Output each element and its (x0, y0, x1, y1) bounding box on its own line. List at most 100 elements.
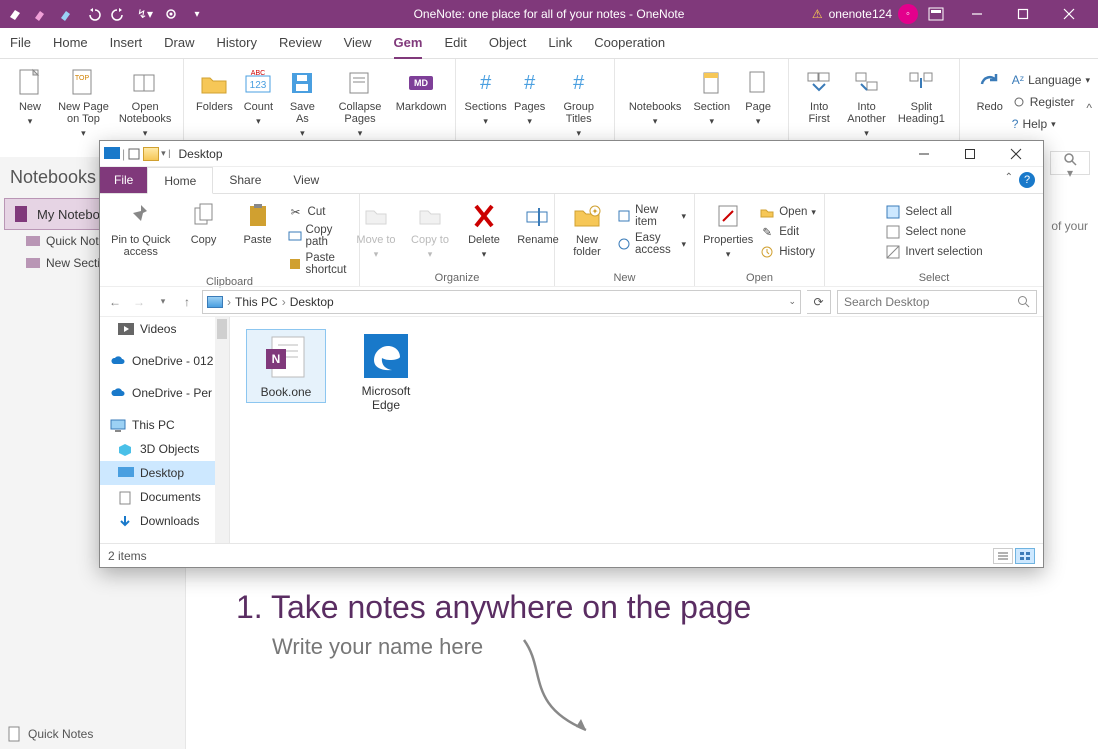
crumb-dropdown-icon[interactable]: ⌄ (788, 296, 796, 307)
ribbon-section[interactable]: Section▾ (687, 65, 736, 129)
nav-documents[interactable]: Documents (100, 485, 229, 509)
fe-copy-to[interactable]: Copy to▾ (406, 200, 454, 260)
quicknotes-button[interactable]: Quick Notes (6, 725, 93, 743)
fe-view-details[interactable] (993, 548, 1013, 564)
nav-scrollbar[interactable] (215, 317, 229, 543)
fe-paste[interactable]: Paste (234, 200, 282, 246)
fe-collapse-ribbon-icon[interactable]: ⌃ (1005, 172, 1013, 183)
props-qat-icon[interactable] (127, 147, 141, 161)
fe-tab-view[interactable]: View (277, 167, 335, 193)
ribbon-collapse-pages[interactable]: Collapse Pages▾ (324, 65, 395, 141)
fe-tab-share[interactable]: Share (213, 167, 277, 193)
tool-icon[interactable]: ↯▾ (136, 5, 154, 23)
nav-3d-objects[interactable]: 3D Objects (100, 437, 229, 461)
menu-file[interactable]: File (10, 28, 31, 59)
fe-close-button[interactable] (993, 141, 1039, 167)
ribbon-split-heading[interactable]: Split Heading1 (892, 65, 951, 127)
nav-onedrive-2[interactable]: OneDrive - Per (100, 381, 229, 405)
fe-cut[interactable]: ✂Cut (288, 204, 351, 220)
menu-history[interactable]: History (217, 28, 257, 59)
fe-copy[interactable]: Copy (180, 200, 228, 246)
nav-downloads[interactable]: Downloads (100, 509, 229, 533)
nav-this-pc[interactable]: This PC (100, 413, 229, 437)
pen-icon[interactable] (58, 5, 76, 23)
menu-draw[interactable]: Draw (164, 28, 194, 59)
fe-history[interactable]: History (759, 244, 816, 260)
highlighter-icon[interactable] (32, 5, 50, 23)
ribbon-pages[interactable]: #Pages▾ (508, 65, 552, 129)
file-book-one[interactable]: N Book.one (246, 329, 326, 403)
fe-back-button[interactable]: ← (106, 293, 124, 311)
menu-home[interactable]: Home (53, 28, 88, 59)
gear-icon[interactable] (162, 5, 180, 23)
fe-select-all[interactable]: Select all (885, 204, 982, 220)
fe-refresh-button[interactable]: ⟳ (807, 290, 831, 314)
ribbon-new[interactable]: New▾ (8, 65, 52, 129)
menu-review[interactable]: Review (279, 28, 322, 59)
chevron-right-icon[interactable]: › (282, 295, 286, 309)
ribbon-new-page-top[interactable]: TOPNew Page on Top▾ (52, 65, 115, 141)
collapse-ribbon-icon[interactable]: ^ (1086, 101, 1092, 115)
fe-minimize-button[interactable] (901, 141, 947, 167)
fe-search-box[interactable] (837, 290, 1037, 314)
ribbon-display-icon[interactable] (928, 7, 944, 21)
more-icon[interactable]: ▾ (188, 5, 206, 23)
qat-dropdown-icon[interactable]: ▾ | (161, 148, 170, 159)
fe-edit[interactable]: ✎Edit (759, 224, 816, 240)
fe-properties[interactable]: Properties▾ (703, 200, 753, 260)
ribbon-open-notebooks[interactable]: Open Notebooks▾ (115, 65, 176, 141)
ribbon-language[interactable]: AᶻLanguage ▾ (1012, 73, 1090, 87)
crumb-desktop[interactable]: Desktop (290, 295, 334, 309)
menu-insert[interactable]: Insert (110, 28, 143, 59)
ribbon-notebooks[interactable]: Notebooks▾ (623, 65, 688, 129)
menu-gem[interactable]: Gem (394, 28, 423, 59)
ribbon-into-another[interactable]: Into Another▾ (841, 65, 892, 141)
fe-delete[interactable]: Delete▾ (460, 200, 508, 260)
fe-paste-shortcut[interactable]: Paste shortcut (288, 252, 351, 276)
ribbon-count[interactable]: 123ABCCount▾ (236, 65, 280, 129)
crumb-this-pc[interactable]: This PC (235, 295, 278, 309)
search-button[interactable]: ▾ (1050, 151, 1090, 175)
ribbon-folders[interactable]: Folders (192, 65, 236, 115)
nav-desktop[interactable]: Desktop (100, 461, 229, 485)
fe-new-item[interactable]: New item ▾ (617, 204, 686, 228)
ribbon-help[interactable]: ?Help ▾ (1012, 117, 1090, 131)
close-button[interactable] (1046, 0, 1092, 28)
ribbon-save-as[interactable]: Save As▾ (280, 65, 324, 141)
fe-recent-dropdown[interactable]: ▾ (154, 293, 172, 311)
maximize-button[interactable] (1000, 0, 1046, 28)
fe-breadcrumb[interactable]: › This PC › Desktop ⌄ (202, 290, 801, 314)
file-edge[interactable]: Microsoft Edge (346, 329, 426, 415)
ribbon-page[interactable]: Page▾ (736, 65, 780, 129)
chevron-right-icon[interactable]: › (227, 295, 231, 309)
ribbon-into-first[interactable]: Into First (797, 65, 841, 127)
ribbon-redo[interactable]: Redo (968, 65, 1012, 115)
menu-edit[interactable]: Edit (444, 28, 466, 59)
menu-link[interactable]: Link (548, 28, 572, 59)
ribbon-group-titles[interactable]: #Group Titles▾ (552, 65, 606, 141)
user-account[interactable]: ⚠ onenote124 ◦ (812, 4, 918, 24)
ribbon-markdown[interactable]: MDMarkdown (396, 65, 447, 115)
nav-videos[interactable]: Videos (100, 317, 229, 341)
menu-object[interactable]: Object (489, 28, 527, 59)
fe-pin-quick-access[interactable]: Pin to Quick access (108, 200, 174, 258)
fe-tab-file[interactable]: File (100, 167, 147, 193)
minimize-button[interactable] (954, 0, 1000, 28)
fe-move-to[interactable]: Move to▾ (352, 200, 400, 260)
menu-cooperation[interactable]: Cooperation (594, 28, 665, 59)
undo-icon[interactable] (84, 5, 102, 23)
redo-icon[interactable] (110, 5, 128, 23)
scrollbar-thumb[interactable] (217, 319, 227, 339)
ribbon-sections[interactable]: #Sections▾ (464, 65, 508, 129)
fe-new-folder[interactable]: ✦New folder (563, 200, 611, 258)
fe-search-input[interactable] (844, 295, 1017, 309)
nav-onedrive-1[interactable]: OneDrive - 012 (100, 349, 229, 373)
fe-forward-button[interactable]: → (130, 293, 148, 311)
fe-up-button[interactable]: ↑ (178, 293, 196, 311)
fe-maximize-button[interactable] (947, 141, 993, 167)
fe-view-icons[interactable] (1015, 548, 1035, 564)
fe-file-list[interactable]: N Book.one Microsoft Edge (230, 317, 1043, 543)
fe-invert-selection[interactable]: Invert selection (885, 244, 982, 260)
fe-tab-home[interactable]: Home (147, 167, 213, 194)
eraser-icon[interactable] (6, 5, 24, 23)
